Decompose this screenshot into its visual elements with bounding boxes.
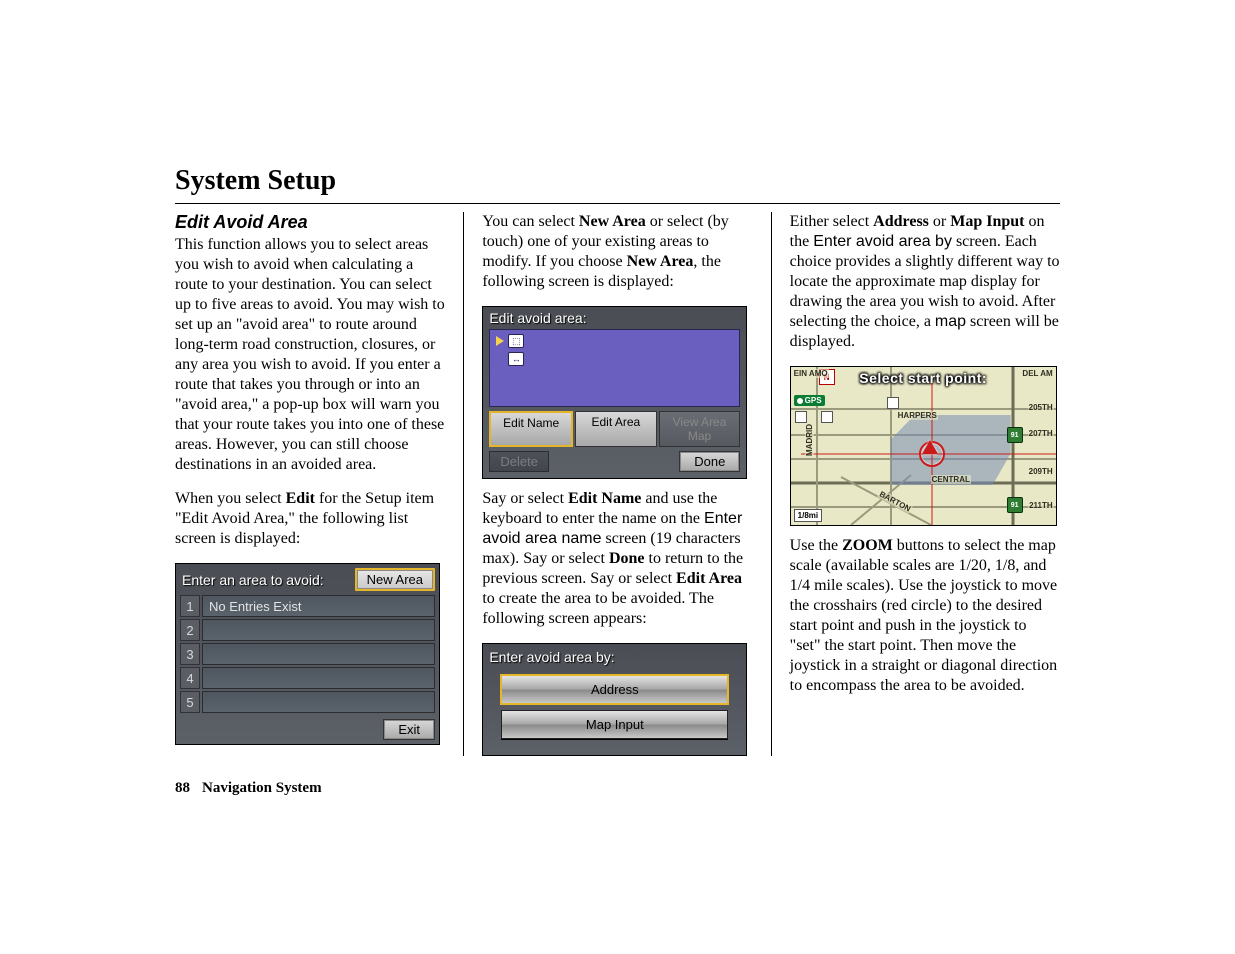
street-label: 205TH — [1028, 403, 1054, 412]
row-number: 4 — [180, 667, 200, 689]
view-area-map-button: View Area Map — [659, 411, 741, 447]
page-number: 88 — [175, 780, 190, 796]
done-button[interactable]: Done — [679, 451, 740, 472]
row-number: 5 — [180, 691, 200, 713]
street-label: 209TH — [1028, 467, 1054, 476]
page-footer: 88 Navigation System — [175, 780, 1060, 797]
row-slot — [202, 619, 435, 641]
map-input-button[interactable]: Map Input — [501, 710, 728, 739]
row-slot — [202, 643, 435, 665]
surface-street-icon: ↔ — [508, 352, 524, 366]
row-number: 1 — [180, 595, 200, 617]
col2-para2: Say or select Edit Name and use the keyb… — [482, 489, 752, 629]
freeway-icon: ⬚ — [508, 334, 524, 348]
screen2-title: Edit avoid area: — [483, 307, 746, 326]
col3-para2: Use the ZOOM buttons to select the map s… — [790, 536, 1060, 696]
column-1: Edit Avoid Area This function allows you… — [175, 212, 464, 756]
street-label: 211TH — [1028, 501, 1054, 510]
three-column-layout: Edit Avoid Area This function allows you… — [175, 212, 1060, 756]
title-rule — [175, 203, 1060, 204]
column-3: Either select Address or Map Input on th… — [790, 212, 1060, 756]
row-number: 2 — [180, 619, 200, 641]
footer-label: Navigation System — [202, 780, 322, 796]
scale-indicator: 1/8mi — [794, 509, 822, 522]
street-label: 207TH — [1028, 429, 1054, 438]
column-2: You can select New Area or select (by to… — [482, 212, 771, 756]
col1-para2: When you select Edit for the Setup item … — [175, 489, 445, 549]
col3-para1: Either select Address or Map Input on th… — [790, 212, 1060, 352]
screenshot-enter-avoid-area-by: Enter avoid area by: Address Map Input — [482, 643, 747, 756]
page-title: System Setup — [175, 165, 1060, 197]
screenshot-select-start-point-map: Select start point: N GPS 1/8mi 91 91 EI… — [790, 366, 1057, 526]
list-item[interactable]: 2 — [180, 619, 435, 641]
screenshot-enter-area-to-avoid: Enter an area to avoid: New Area 1 No En… — [175, 563, 440, 745]
col1-para1: This function allows you to select areas… — [175, 235, 445, 475]
poi-icon — [795, 411, 807, 423]
route-shield-icon: 91 — [1007, 427, 1023, 443]
exit-button[interactable]: Exit — [383, 719, 435, 740]
map-title: Select start point: — [859, 370, 987, 386]
list-item[interactable]: 4 — [180, 667, 435, 689]
delete-button: Delete — [489, 451, 549, 472]
section-title-edit-avoid-area: Edit Avoid Area — [175, 212, 445, 233]
gps-badge: GPS — [794, 395, 825, 406]
cursor-icon — [922, 440, 938, 454]
edit-name-button[interactable]: Edit Name — [489, 411, 573, 447]
row-slot: No Entries Exist — [202, 595, 435, 617]
list-item[interactable]: 1 No Entries Exist — [180, 595, 435, 617]
screen3-title: Enter avoid area by: — [483, 644, 746, 675]
play-icon — [496, 336, 504, 346]
col2-para1: You can select New Area or select (by to… — [482, 212, 752, 292]
address-button[interactable]: Address — [501, 675, 728, 704]
route-shield-icon: 91 — [1007, 497, 1023, 513]
new-area-button[interactable]: New Area — [355, 568, 435, 591]
screenshot-edit-avoid-area: Edit avoid area: ⬚ ↔ Edit Name Edit Area… — [482, 306, 747, 479]
list-item[interactable]: 5 — [180, 691, 435, 713]
poi-icon — [887, 397, 899, 409]
avoid-area-preview: ⬚ ↔ — [489, 329, 740, 407]
street-label: HARPERS — [897, 411, 938, 420]
row-slot — [202, 667, 435, 689]
street-label: MADRID — [805, 423, 814, 457]
street-label: DEL AM — [1021, 369, 1053, 378]
edit-area-button[interactable]: Edit Area — [575, 411, 657, 447]
row-number: 3 — [180, 643, 200, 665]
screen1-title: Enter an area to avoid: — [182, 572, 324, 588]
list-item[interactable]: 3 — [180, 643, 435, 665]
street-label: CENTRAL — [931, 475, 971, 484]
poi-icon — [821, 411, 833, 423]
street-label: EIN AMO — [793, 369, 829, 378]
avoid-area-list: 1 No Entries Exist 2 3 4 — [176, 595, 439, 717]
row-slot — [202, 691, 435, 713]
